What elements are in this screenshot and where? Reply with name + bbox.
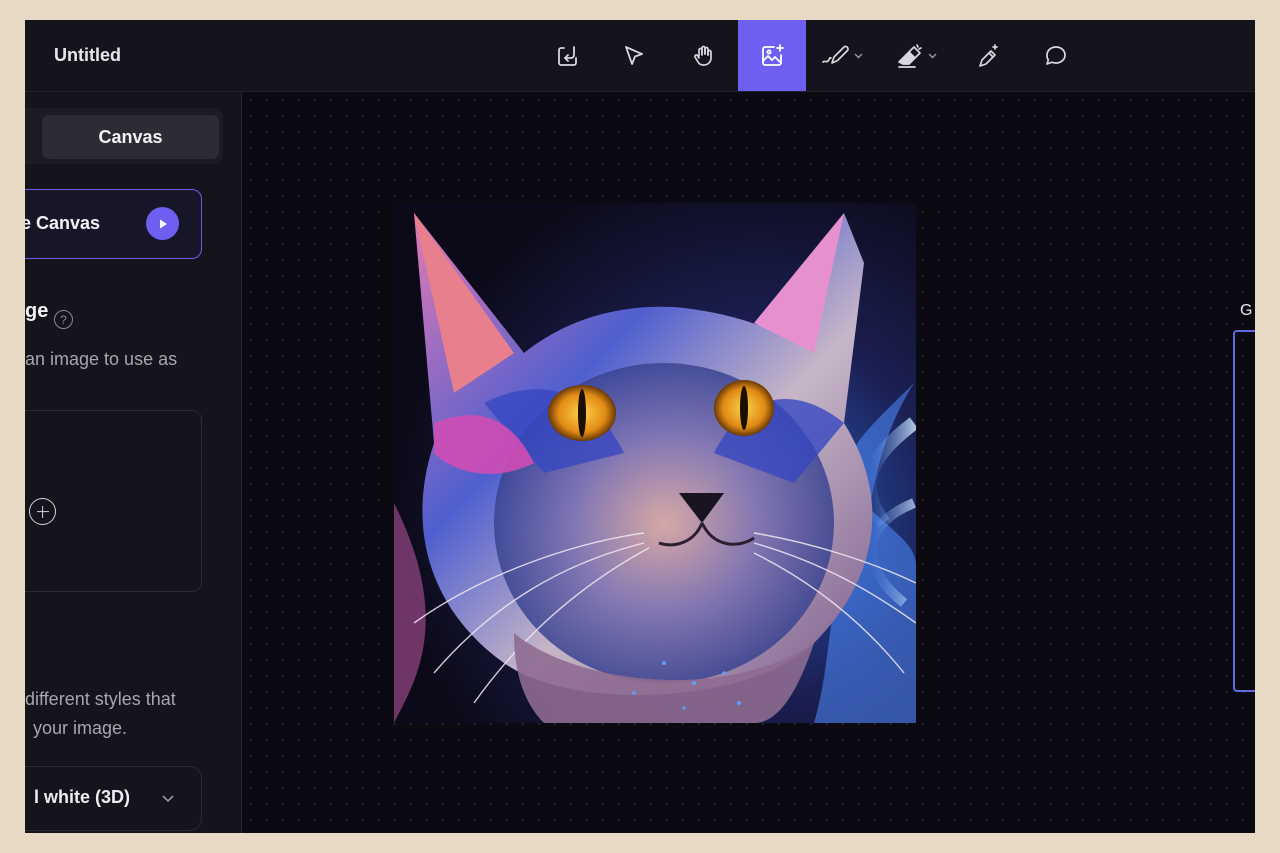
cat-artwork — [394, 203, 916, 723]
document-title[interactable]: Untitled — [54, 45, 121, 66]
pencil-icon — [822, 45, 849, 64]
chevron-down-icon — [162, 795, 174, 803]
erase-tool[interactable] — [889, 20, 943, 91]
image-section-description: an image to use as — [25, 349, 178, 369]
magic-tool[interactable] — [961, 20, 1015, 91]
chevron-down-icon — [928, 53, 937, 59]
styles-description-line2: your image. — [33, 718, 128, 738]
play-icon — [146, 207, 179, 240]
use-canvas-label: se Canvas — [25, 213, 101, 233]
app-window: Untitled Canvas e Canvas ge ? an image t… — [25, 20, 1255, 833]
generated-image[interactable] — [394, 203, 916, 723]
mode-switch: Canvas — [25, 108, 223, 164]
comment-icon — [1046, 45, 1066, 65]
style-select[interactable]: l white (3D) — [25, 766, 202, 831]
left-panel: Canvas se Canvas ge ? an image to use as… — [25, 92, 242, 833]
canvas-tab[interactable]: Canvas — [42, 115, 219, 159]
image-sparkle-icon — [762, 43, 784, 66]
chevron-down-icon — [854, 53, 863, 59]
generate-tool[interactable] — [738, 20, 806, 91]
draw-tool[interactable] — [815, 20, 869, 91]
next-frame-outline[interactable] — [1233, 330, 1255, 692]
hand-icon — [694, 45, 712, 66]
top-bar: Untitled — [25, 20, 1255, 92]
select-tool[interactable] — [607, 20, 661, 91]
import-tool[interactable] — [541, 20, 595, 91]
comment-tool[interactable] — [1029, 20, 1083, 91]
right-panel-label: G — [1240, 302, 1253, 319]
add-image-icon — [29, 498, 56, 525]
styles-description-line1: different styles that — [25, 689, 176, 709]
selected-style: l white (3D) — [34, 787, 131, 807]
import-icon — [558, 45, 577, 66]
pointer-icon — [625, 45, 643, 65]
image-upload-dropzone[interactable] — [25, 410, 202, 592]
eraser-icon — [898, 43, 922, 68]
canvas-area[interactable]: G — [243, 92, 1255, 833]
pan-tool[interactable] — [677, 20, 731, 91]
use-canvas-button[interactable]: se Canvas — [25, 189, 202, 259]
image-section-heading: ge — [25, 300, 49, 322]
magic-wand-icon — [979, 43, 998, 67]
help-icon[interactable]: ? — [54, 310, 73, 329]
